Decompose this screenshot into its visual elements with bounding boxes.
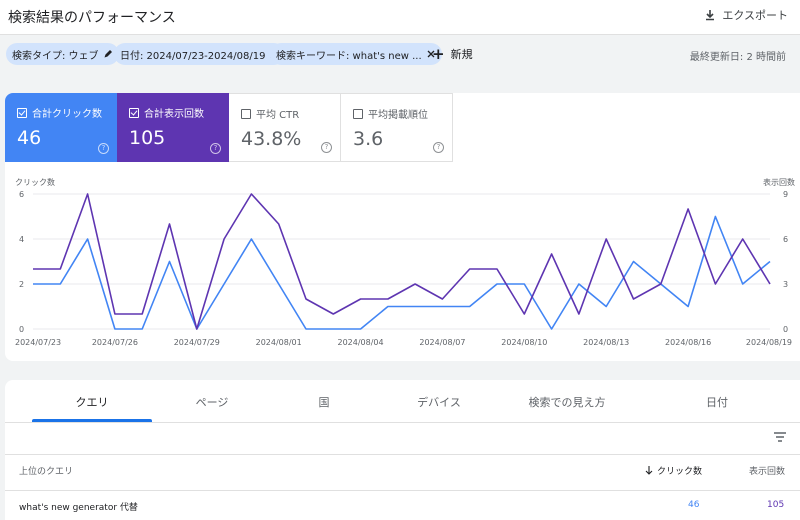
column-header-impressions[interactable]: 表示回数 [749, 464, 785, 477]
filter-chip-search-type[interactable]: 検索タイプ: ウェブ [6, 43, 119, 65]
tab-dates[interactable]: 日付 [657, 394, 777, 410]
x-tick-label: 2024/08/10 [501, 338, 547, 347]
x-tick-label: 2024/07/23 [15, 338, 61, 347]
x-tick-label: 2024/07/29 [174, 338, 220, 347]
y-tick-label-left: 6 [19, 190, 24, 199]
table-cell-impressions: 105 [767, 500, 785, 510]
filter-chip-label: 検索キーワード: what's new ... [276, 50, 422, 62]
x-tick-label: 2024/08/13 [583, 338, 629, 347]
y-tick-label-right: 9 [783, 190, 788, 199]
dimension-table-card: クエリ ページ 国 デバイス 検索での見え方 日付 上位のクエリ クリック数 表… [5, 380, 800, 520]
y-tick-label-left: 4 [19, 235, 24, 244]
column-header-clicks-label: クリック数 [657, 467, 703, 477]
arrow-down-icon [645, 466, 653, 475]
tab-devices[interactable]: デバイス [379, 394, 499, 410]
page-header: 検索結果のパフォーマンス エクスポート [0, 0, 800, 35]
y-tick-label-right: 0 [783, 325, 788, 334]
x-tick-label: 2024/08/16 [665, 338, 711, 347]
performance-chart[interactable]: 6 9 4 6 2 3 0 0 クリック数 表示回数 2024/07/23 2024/07/26 202… [5, 93, 800, 361]
tab-search-appearance[interactable]: 検索での見え方 [507, 394, 627, 410]
filter-chip-date[interactable]: 日付: 2024/07/23-2024/08/19 [114, 43, 286, 65]
table-cell-clicks: 46 [688, 500, 700, 510]
add-filter-button[interactable]: + 新規 [432, 46, 473, 62]
dimension-tabs: クエリ ページ 国 デバイス 検索での見え方 日付 [5, 380, 800, 423]
filter-chip-label: 検索タイプ: ウェブ [12, 50, 99, 62]
series-line-impressions [33, 193, 771, 330]
y-tick-label-left: 0 [19, 325, 24, 334]
pencil-icon[interactable] [103, 49, 113, 59]
y-tick-label-right: 3 [783, 280, 788, 289]
column-header-query[interactable]: 上位のクエリ [19, 464, 73, 477]
export-label: エクスポート [722, 9, 788, 22]
x-tick-label: 2024/08/04 [338, 338, 384, 347]
plus-icon: + [432, 44, 445, 63]
filter-chip-query[interactable]: 検索キーワード: what's new ... [270, 43, 442, 65]
tab-pages[interactable]: ページ [152, 394, 272, 410]
column-header-clicks[interactable]: クリック数 [645, 464, 702, 477]
tab-queries[interactable]: クエリ [32, 394, 152, 410]
download-icon [706, 10, 715, 21]
y-axis-title-left: クリック数 [15, 177, 55, 187]
x-tick-label: 2024/08/07 [419, 338, 465, 347]
page-title: 検索結果のパフォーマンス [8, 10, 176, 26]
active-tab-indicator [32, 419, 152, 422]
export-button[interactable]: エクスポート [704, 7, 788, 23]
y-tick-label-left: 2 [19, 280, 24, 289]
filter-bar: 検索タイプ: ウェブ 日付: 2024/07/23-2024/08/19 検索キ… [0, 34, 800, 72]
table-cell-query[interactable]: what's new generator 代替 [19, 500, 138, 513]
filter-chip-label: 日付: 2024/07/23-2024/08/19 [120, 50, 266, 62]
add-filter-label: 新規 [450, 48, 473, 61]
y-tick-label-right: 6 [783, 235, 788, 244]
x-tick-label: 2024/07/26 [92, 338, 138, 347]
x-tick-label: 2024/08/01 [256, 338, 302, 347]
divider [5, 490, 800, 491]
last-updated: 最終更新日: 2 時間前 [689, 52, 786, 63]
tab-countries[interactable]: 国 [264, 394, 384, 410]
divider [5, 454, 800, 455]
x-tick-label: 2024/08/19 [746, 338, 792, 347]
y-axis-title-right: 表示回数 [763, 177, 795, 187]
filter-rows-icon[interactable] [774, 432, 786, 442]
performance-card: 合計クリック数 46 ? 合計表示回数 105 ? 平均 CTR 43.8% ?… [5, 93, 800, 361]
